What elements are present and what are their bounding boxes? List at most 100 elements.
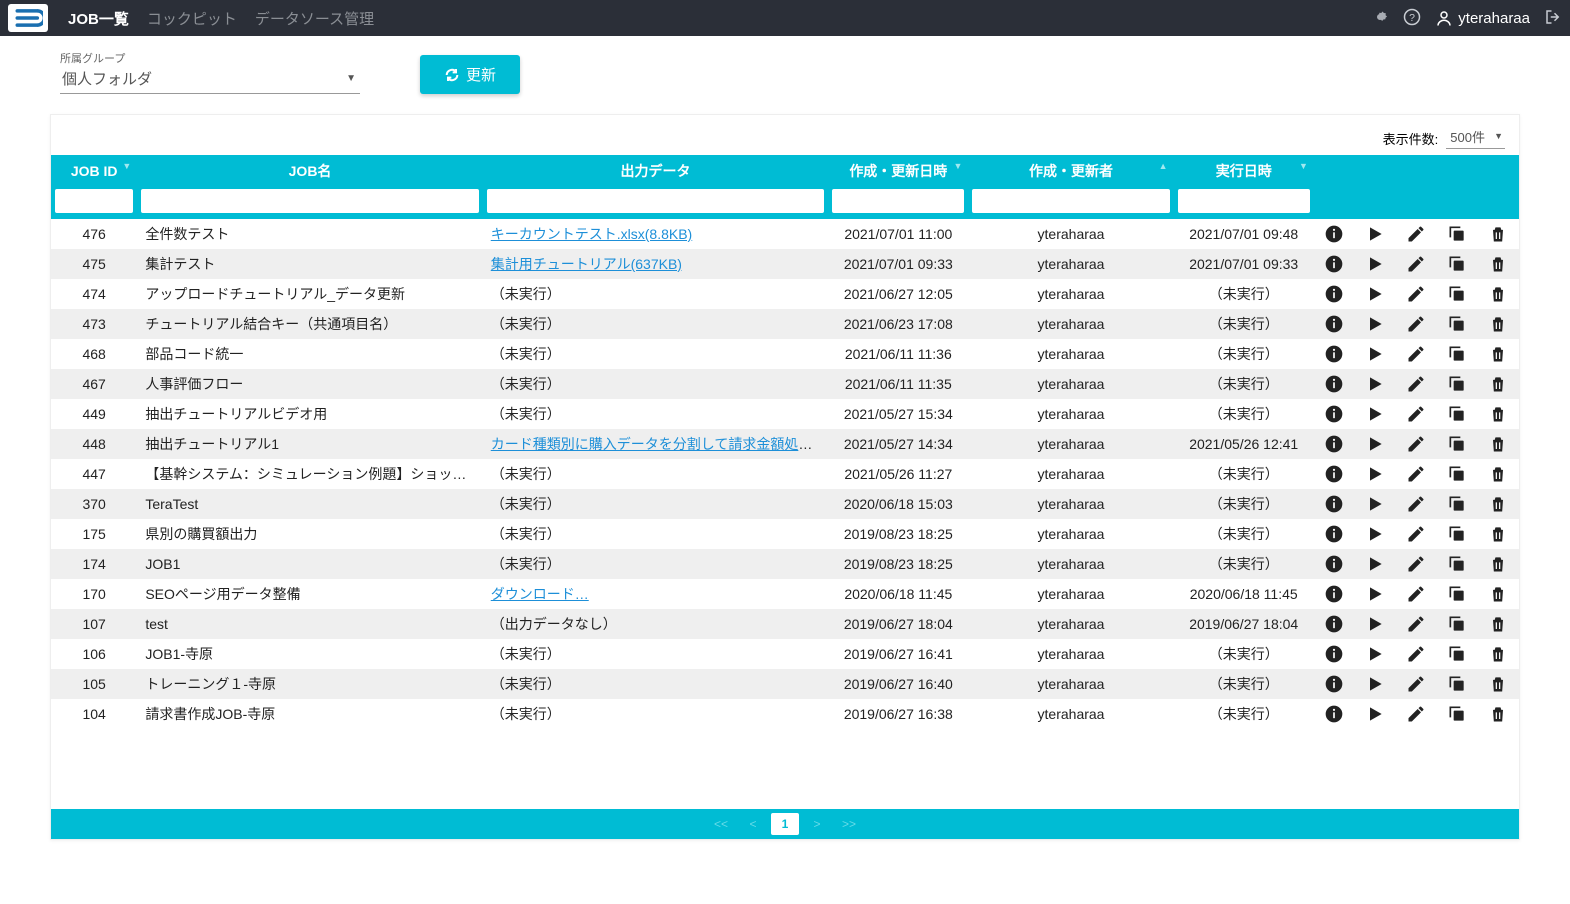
info-icon[interactable] — [1324, 704, 1344, 724]
delete-icon[interactable] — [1488, 404, 1508, 424]
help-icon[interactable]: ? — [1403, 8, 1421, 29]
copy-icon[interactable] — [1447, 584, 1467, 604]
delete-icon[interactable] — [1488, 344, 1508, 364]
filter-updater-input[interactable] — [972, 189, 1169, 213]
edit-icon[interactable] — [1406, 494, 1426, 514]
info-icon[interactable] — [1324, 224, 1344, 244]
copy-icon[interactable] — [1447, 464, 1467, 484]
edit-icon[interactable] — [1406, 254, 1426, 274]
copy-icon[interactable] — [1447, 224, 1467, 244]
copy-icon[interactable] — [1447, 614, 1467, 634]
th-output[interactable]: 出力データ — [483, 155, 828, 187]
edit-icon[interactable] — [1406, 674, 1426, 694]
delete-icon[interactable] — [1488, 704, 1508, 724]
play-icon[interactable] — [1365, 584, 1385, 604]
info-icon[interactable] — [1324, 434, 1344, 454]
play-icon[interactable] — [1365, 314, 1385, 334]
edit-icon[interactable] — [1406, 644, 1426, 664]
play-icon[interactable] — [1365, 674, 1385, 694]
copy-icon[interactable] — [1447, 374, 1467, 394]
settings-icon[interactable] — [1371, 8, 1389, 29]
edit-icon[interactable] — [1406, 584, 1426, 604]
edit-icon[interactable] — [1406, 314, 1426, 334]
play-icon[interactable] — [1365, 644, 1385, 664]
delete-icon[interactable] — [1488, 314, 1508, 334]
edit-icon[interactable] — [1406, 344, 1426, 364]
edit-icon[interactable] — [1406, 614, 1426, 634]
th-job-name[interactable]: JOB名 — [137, 155, 482, 187]
edit-icon[interactable] — [1406, 284, 1426, 304]
filter-name-input[interactable] — [141, 189, 478, 213]
play-icon[interactable] — [1365, 344, 1385, 364]
play-icon[interactable] — [1365, 704, 1385, 724]
delete-icon[interactable] — [1488, 374, 1508, 394]
info-icon[interactable] — [1324, 554, 1344, 574]
delete-icon[interactable] — [1488, 494, 1508, 514]
play-icon[interactable] — [1365, 494, 1385, 514]
delete-icon[interactable] — [1488, 644, 1508, 664]
delete-icon[interactable] — [1488, 614, 1508, 634]
play-icon[interactable] — [1365, 404, 1385, 424]
app-logo[interactable] — [8, 4, 48, 32]
info-icon[interactable] — [1324, 584, 1344, 604]
copy-icon[interactable] — [1447, 704, 1467, 724]
play-icon[interactable] — [1365, 464, 1385, 484]
info-icon[interactable] — [1324, 314, 1344, 334]
delete-icon[interactable] — [1488, 284, 1508, 304]
nav-job-list[interactable]: JOB一覧 — [68, 8, 129, 29]
delete-icon[interactable] — [1488, 224, 1508, 244]
output-link[interactable]: キーカウントテスト.xlsx(8.8KB) — [491, 226, 692, 242]
pager-first[interactable]: << — [707, 813, 735, 835]
copy-icon[interactable] — [1447, 524, 1467, 544]
nav-datasource[interactable]: データソース管理 — [255, 8, 374, 29]
th-run[interactable]: 実行日時▼ — [1174, 155, 1314, 187]
info-icon[interactable] — [1324, 674, 1344, 694]
info-icon[interactable] — [1324, 344, 1344, 364]
pager-last[interactable]: >> — [835, 813, 863, 835]
th-updated[interactable]: 作成・更新日時▼ — [828, 155, 968, 187]
play-icon[interactable] — [1365, 554, 1385, 574]
refresh-button[interactable]: 更新 — [420, 55, 520, 94]
delete-icon[interactable] — [1488, 254, 1508, 274]
play-icon[interactable] — [1365, 284, 1385, 304]
edit-icon[interactable] — [1406, 464, 1426, 484]
nav-cockpit[interactable]: コックピット — [147, 8, 237, 29]
copy-icon[interactable] — [1447, 404, 1467, 424]
info-icon[interactable] — [1324, 404, 1344, 424]
copy-icon[interactable] — [1447, 344, 1467, 364]
play-icon[interactable] — [1365, 254, 1385, 274]
info-icon[interactable] — [1324, 494, 1344, 514]
play-icon[interactable] — [1365, 524, 1385, 544]
info-icon[interactable] — [1324, 374, 1344, 394]
pager-next[interactable]: > — [803, 813, 831, 835]
copy-icon[interactable] — [1447, 254, 1467, 274]
edit-icon[interactable] — [1406, 554, 1426, 574]
copy-icon[interactable] — [1447, 674, 1467, 694]
delete-icon[interactable] — [1488, 524, 1508, 544]
edit-icon[interactable] — [1406, 224, 1426, 244]
copy-icon[interactable] — [1447, 434, 1467, 454]
edit-icon[interactable] — [1406, 404, 1426, 424]
play-icon[interactable] — [1365, 374, 1385, 394]
edit-icon[interactable] — [1406, 434, 1426, 454]
delete-icon[interactable] — [1488, 554, 1508, 574]
delete-icon[interactable] — [1488, 434, 1508, 454]
info-icon[interactable] — [1324, 524, 1344, 544]
output-link[interactable]: 集計用チュートリアル(637KB) — [491, 256, 682, 272]
th-updater[interactable]: 作成・更新者▲ — [968, 155, 1173, 187]
info-icon[interactable] — [1324, 254, 1344, 274]
copy-icon[interactable] — [1447, 314, 1467, 334]
logout-icon[interactable] — [1544, 8, 1562, 29]
delete-icon[interactable] — [1488, 464, 1508, 484]
filter-output-input[interactable] — [487, 189, 824, 213]
edit-icon[interactable] — [1406, 704, 1426, 724]
copy-icon[interactable] — [1447, 554, 1467, 574]
delete-icon[interactable] — [1488, 674, 1508, 694]
copy-icon[interactable] — [1447, 284, 1467, 304]
edit-icon[interactable] — [1406, 524, 1426, 544]
info-icon[interactable] — [1324, 644, 1344, 664]
delete-icon[interactable] — [1488, 584, 1508, 604]
group-select[interactable]: 所属グループ 個人フォルダ ▼ — [60, 50, 360, 94]
output-link[interactable]: ダウンロード… — [491, 586, 589, 602]
play-icon[interactable] — [1365, 614, 1385, 634]
